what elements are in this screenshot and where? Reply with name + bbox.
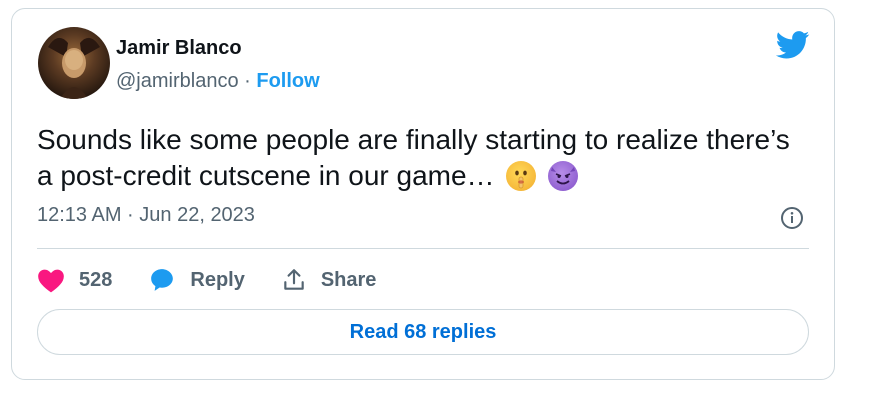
share-button[interactable]: Share bbox=[281, 267, 377, 293]
heart-icon bbox=[38, 269, 64, 293]
avatar[interactable] bbox=[38, 27, 110, 99]
read-replies-button[interactable]: Read 68 replies bbox=[37, 309, 809, 355]
tweet-body: Sounds like some people are finally star… bbox=[37, 124, 790, 191]
follow-link[interactable]: Follow bbox=[256, 70, 319, 92]
tweet-text: Sounds like some people are finally star… bbox=[37, 122, 797, 194]
reply-label: Reply bbox=[190, 268, 245, 291]
separator-dot: · bbox=[244, 70, 251, 92]
shushing-face-icon bbox=[506, 161, 537, 191]
info-icon[interactable] bbox=[780, 206, 804, 230]
reply-button[interactable]: Reply bbox=[148, 267, 245, 293]
share-icon bbox=[284, 269, 304, 290]
like-button[interactable]: 528 bbox=[37, 267, 112, 293]
twitter-bird-icon[interactable] bbox=[776, 31, 810, 59]
divider bbox=[37, 248, 809, 249]
user-display-name[interactable]: Jamir Blanco bbox=[116, 37, 242, 60]
action-bar: 528 Reply Share bbox=[37, 265, 412, 295]
tweet-card: Jamir Blanco @jamirblanco · Follow Sound… bbox=[11, 8, 835, 380]
smiling-face-with-horns-icon bbox=[548, 161, 579, 191]
tweet-timestamp[interactable]: 12:13 AM · Jun 22, 2023 bbox=[37, 204, 255, 227]
reply-bubble-icon bbox=[151, 269, 174, 291]
avatar-image bbox=[38, 27, 110, 99]
user-handle[interactable]: @jamirblanco bbox=[116, 70, 239, 92]
share-label: Share bbox=[320, 268, 377, 291]
user-handle-line: @jamirblanco · Follow bbox=[116, 70, 320, 93]
like-count: 528 bbox=[79, 268, 113, 291]
